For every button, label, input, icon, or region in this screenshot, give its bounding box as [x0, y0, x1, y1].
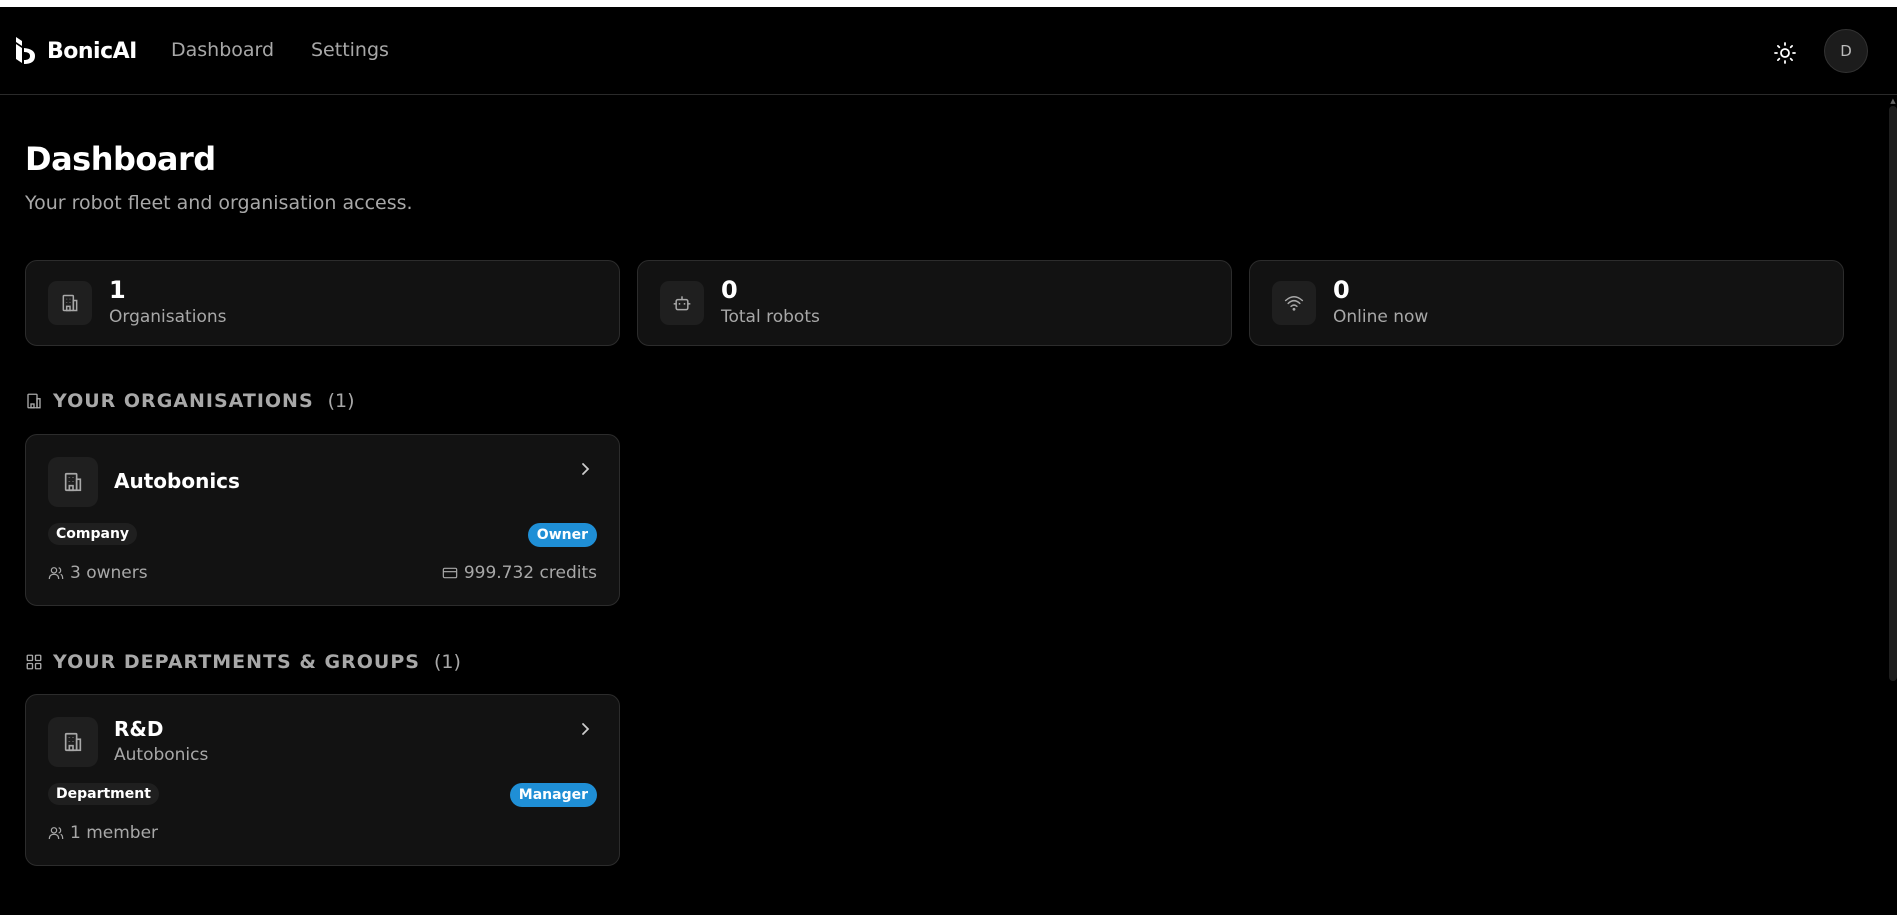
organisation-name: Autobonics: [114, 469, 240, 493]
stat-label: Online now: [1333, 307, 1429, 327]
stat-value: 0: [1333, 276, 1350, 304]
brand[interactable]: BonicAI: [13, 35, 137, 67]
building-icon: [64, 472, 82, 492]
role-badge: Owner: [527, 523, 597, 547]
card-icon-box: [48, 457, 98, 507]
section-title: YOUR ORGANISATIONS: [53, 390, 314, 412]
nav-dashboard[interactable]: Dashboard: [171, 39, 274, 61]
stat-card-total-robots: 0 Total robots: [637, 260, 1232, 346]
section-count: (1): [327, 390, 355, 412]
user-avatar[interactable]: D: [1824, 29, 1868, 73]
brand-name: BonicAI: [47, 38, 137, 64]
building-icon: [62, 294, 78, 312]
stat-icon-box: [48, 281, 92, 325]
chevron-right-icon[interactable]: [577, 461, 593, 477]
members-meta: 1 member: [48, 823, 158, 843]
department-card-rnd[interactable]: R&D Autobonics Department Manager 1 memb…: [25, 694, 620, 866]
type-badge: Company: [48, 523, 138, 545]
section-count: (1): [433, 651, 461, 673]
stat-label: Total robots: [721, 307, 820, 327]
department-name: R&D: [114, 717, 164, 741]
stat-icon-box: [660, 281, 704, 325]
credits-amount: 999.732 credits: [463, 563, 597, 583]
page-subtitle: Your robot fleet and organisation access…: [25, 192, 413, 214]
organisation-card-autobonics[interactable]: Autobonics Company Owner 3 owners 999.73…: [25, 434, 620, 606]
robot-icon: [673, 296, 691, 311]
section-title: YOUR DEPARTMENTS & GROUPS: [53, 651, 420, 673]
scroll-up-arrow[interactable]: ▲: [1889, 97, 1897, 105]
stat-card-organisations: 1 Organisations: [25, 260, 620, 346]
stat-label: Organisations: [109, 307, 227, 327]
members-count: 1 member: [70, 823, 159, 843]
window-top-strip: [0, 0, 1897, 7]
stat-value: 0: [721, 276, 738, 304]
scrollbar-thumb[interactable]: [1889, 106, 1897, 681]
users-icon: [48, 827, 64, 840]
page-title: Dashboard: [25, 140, 216, 178]
stat-icon-box: [1272, 281, 1316, 325]
grid-icon: [26, 654, 42, 670]
credits-meta: 999.732 credits: [442, 563, 597, 583]
stat-value: 1: [109, 276, 126, 304]
wifi-icon: [1284, 296, 1304, 311]
chevron-right-icon[interactable]: [577, 721, 593, 737]
members-meta: 3 owners: [48, 563, 148, 583]
bonicai-logo-icon: [16, 37, 35, 64]
users-icon: [48, 567, 64, 580]
nav-settings[interactable]: Settings: [311, 39, 389, 61]
building-icon: [64, 732, 82, 752]
department-parent-org: Autobonics: [114, 745, 209, 765]
top-navbar: BonicAI Dashboard Settings D: [0, 7, 1897, 95]
credit-card-icon: [442, 567, 458, 579]
members-count: 3 owners: [70, 563, 148, 583]
stat-card-online-now: 0 Online now: [1249, 260, 1844, 346]
building-icon: [27, 393, 41, 409]
card-icon-box: [48, 717, 98, 767]
role-badge: Manager: [509, 783, 597, 807]
departments-section-header: YOUR DEPARTMENTS & GROUPS (1): [25, 651, 461, 673]
organisations-section-header: YOUR ORGANISATIONS (1): [25, 390, 355, 412]
type-badge: Department: [48, 783, 159, 805]
theme-toggle-sun-icon[interactable]: [1773, 41, 1797, 65]
